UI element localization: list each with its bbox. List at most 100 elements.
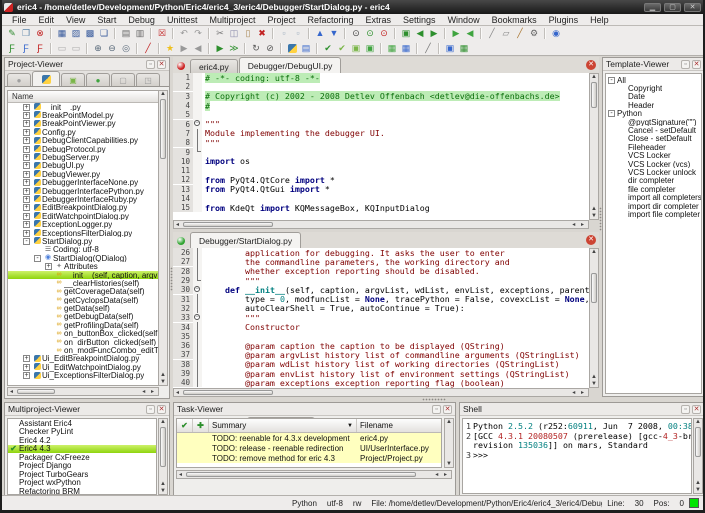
fold-margin[interactable] xyxy=(193,92,202,101)
bookmark-next-icon[interactable]: ▶ xyxy=(177,42,191,55)
detach-icon[interactable]: ▫ xyxy=(146,60,155,69)
bookmark-down-icon[interactable]: ▼ xyxy=(327,27,341,40)
project-tree-item[interactable]: +DebuggerInterfaceNone.py xyxy=(8,179,158,187)
project-tab-sources[interactable] xyxy=(32,71,60,86)
menu-settings[interactable]: Settings xyxy=(397,15,442,25)
template-tree-item[interactable]: Fileheader xyxy=(606,143,701,151)
project-tree-item[interactable]: ∞getCoverageData(self) xyxy=(8,288,158,296)
expander-plus-icon[interactable]: + xyxy=(23,112,30,119)
doc-props2-icon[interactable]: ▫ xyxy=(291,27,305,40)
project-tree-item[interactable]: +DebugServer.py xyxy=(8,153,158,161)
webbrowser-icon[interactable]: ◉ xyxy=(549,27,563,40)
template-tree-item[interactable]: Date xyxy=(606,93,701,101)
fold-margin[interactable] xyxy=(193,304,202,313)
expander-plus-icon[interactable]: + xyxy=(23,120,30,127)
project-tree-item[interactable]: +BreakPointViewer.py xyxy=(8,120,158,128)
next-change-icon[interactable]: ▶ xyxy=(449,27,463,40)
project-tree-item[interactable]: -StartDialog.py xyxy=(8,237,158,245)
template-tree-item[interactable]: VCS Locker xyxy=(606,152,701,160)
multiproject-item[interactable]: Project wxPython xyxy=(8,479,156,488)
fold-margin[interactable]: − xyxy=(193,285,202,294)
code-line[interactable]: 30− def __init__(self, caption, argvList… xyxy=(173,285,589,294)
code-line[interactable]: 34 Constructor xyxy=(173,322,589,331)
menu-refactoring[interactable]: Refactoring xyxy=(301,15,359,25)
print-preview-icon[interactable]: ▥ xyxy=(133,27,147,40)
multiproject-item[interactable]: Assistant Eric4 xyxy=(8,419,156,428)
code-line[interactable]: 39 @param envList history list of enviro… xyxy=(173,369,589,378)
task-col-filename[interactable]: Filename xyxy=(357,419,442,432)
multiproject-vscrollbar[interactable]: ▲ ▲▼ xyxy=(158,418,168,495)
search-files-icon[interactable]: ⊙ xyxy=(363,27,377,40)
code-line[interactable]: 13from PyQt4.QtGui import * xyxy=(173,185,589,194)
expander-plus-icon[interactable]: + xyxy=(23,372,30,379)
template-tree-item[interactable]: import dir completer xyxy=(606,202,701,210)
linguist-icon[interactable]: ▦ xyxy=(399,42,413,55)
code-line[interactable]: 37 @param argvList history list of comma… xyxy=(173,350,589,359)
fold-open-icon[interactable]: − xyxy=(194,314,200,320)
bookmark-up-icon[interactable]: ▲ xyxy=(313,27,327,40)
code-line[interactable]: 33− """ xyxy=(173,313,589,322)
task-row[interactable]: TODO: reenable for 4.3.x developmenteric… xyxy=(177,433,441,443)
project-tree-item[interactable]: ∞on_buttonBox_clicked(self, butto xyxy=(8,330,158,338)
project-tree-hscrollbar[interactable]: ◂◂ ▸ xyxy=(7,387,159,396)
save-icon[interactable]: ▦ xyxy=(55,27,69,40)
menu-project[interactable]: Project xyxy=(261,15,301,25)
expander-plus-icon[interactable]: + xyxy=(23,146,30,153)
fold-margin[interactable] xyxy=(193,248,202,257)
viewmanager-icon[interactable]: ▣ xyxy=(443,42,457,55)
expander-plus-icon[interactable]: + xyxy=(23,364,30,371)
fold-margin[interactable] xyxy=(193,322,202,331)
template-tree-item[interactable]: VCS Locker unlock xyxy=(606,168,701,176)
expander-plus-icon[interactable]: + xyxy=(23,171,30,178)
code-line[interactable]: 38 @param wdList history list of working… xyxy=(173,360,589,369)
code-line[interactable]: 11 xyxy=(173,166,589,175)
save-all-icon[interactable]: ▩ xyxy=(83,27,97,40)
splitter-horizontal[interactable] xyxy=(172,398,705,401)
expander-minus-icon[interactable]: - xyxy=(23,238,30,245)
filter1-icon[interactable]: ▭ xyxy=(55,42,69,55)
expander-plus-icon[interactable]: + xyxy=(23,162,30,169)
code-line[interactable]: 31 type = 0, modfuncList = None, tracePy… xyxy=(173,294,589,303)
close-icon[interactable]: ✕ xyxy=(692,405,701,414)
project-tree-item[interactable]: -◉StartDialog(QDialog) xyxy=(8,254,158,262)
project-tree-item[interactable]: +DebugClientCapabilities.py xyxy=(8,137,158,145)
menu-plugins[interactable]: Plugins xyxy=(543,15,585,25)
editor-top-hscrollbar[interactable]: ◂◂ ▸ xyxy=(173,220,589,229)
zoom-in-icon[interactable]: ⊕ xyxy=(91,42,105,55)
reload-icon[interactable]: ↻ xyxy=(249,42,263,55)
close-icon[interactable]: ⊗ xyxy=(33,27,47,40)
project-tree-item[interactable]: ∞__init__(self, caption, argvList, xyxy=(8,271,158,279)
code-line[interactable]: 7Module implementing the debugger UI. xyxy=(173,129,589,138)
project-tree-name-header[interactable]: Name xyxy=(8,91,158,103)
project-tree-item[interactable]: +DebugProtocol.py xyxy=(8,145,158,153)
copy-icon[interactable]: ◫ xyxy=(227,27,241,40)
project-tree-item[interactable]: ∞getData(self) xyxy=(8,304,158,312)
project-tree-item[interactable]: +Ui_EditBreakpointDialog.py xyxy=(8,355,158,363)
editor-tab[interactable]: eric4.py xyxy=(190,59,238,73)
maximize-button[interactable]: ▢ xyxy=(664,3,681,12)
replace-icon[interactable]: ⊙ xyxy=(377,27,391,40)
filter2-icon[interactable]: ▭ xyxy=(69,42,83,55)
stop-icon[interactable]: ⊘ xyxy=(263,42,277,55)
fold-margin[interactable] xyxy=(193,341,202,350)
fold-margin[interactable] xyxy=(193,185,202,194)
zoom-reset-icon[interactable]: ◎ xyxy=(119,42,133,55)
project-tree-item[interactable]: +Ui_EditWatchpointDialog.py xyxy=(8,363,158,371)
menu-debug[interactable]: Debug xyxy=(122,15,161,25)
delete-icon[interactable]: ✖ xyxy=(255,27,269,40)
detach-icon[interactable]: ▫ xyxy=(146,405,155,414)
menu-unittest[interactable]: Unittest xyxy=(161,15,204,25)
fold-margin[interactable] xyxy=(193,129,202,138)
code-line[interactable]: 6−""" xyxy=(173,119,589,128)
close-icon[interactable]: ✕ xyxy=(443,405,452,414)
template-tree-item[interactable]: @pyqtSignature("") xyxy=(606,118,701,126)
code-line[interactable]: 9 xyxy=(173,147,589,156)
code-line[interactable]: 5 xyxy=(173,110,589,119)
code-line[interactable]: 3# Copyright (c) 2002 - 2008 Detlev Offe… xyxy=(173,92,589,101)
project-tree-item[interactable]: +✦Attributes xyxy=(8,262,158,270)
fold-margin[interactable] xyxy=(193,369,202,378)
detach-icon[interactable]: ▫ xyxy=(681,60,690,69)
undo-icon[interactable]: ↶ xyxy=(177,27,191,40)
task-col-summary[interactable]: Summary ▼ xyxy=(209,419,357,432)
code-line[interactable]: 2 xyxy=(173,82,589,91)
